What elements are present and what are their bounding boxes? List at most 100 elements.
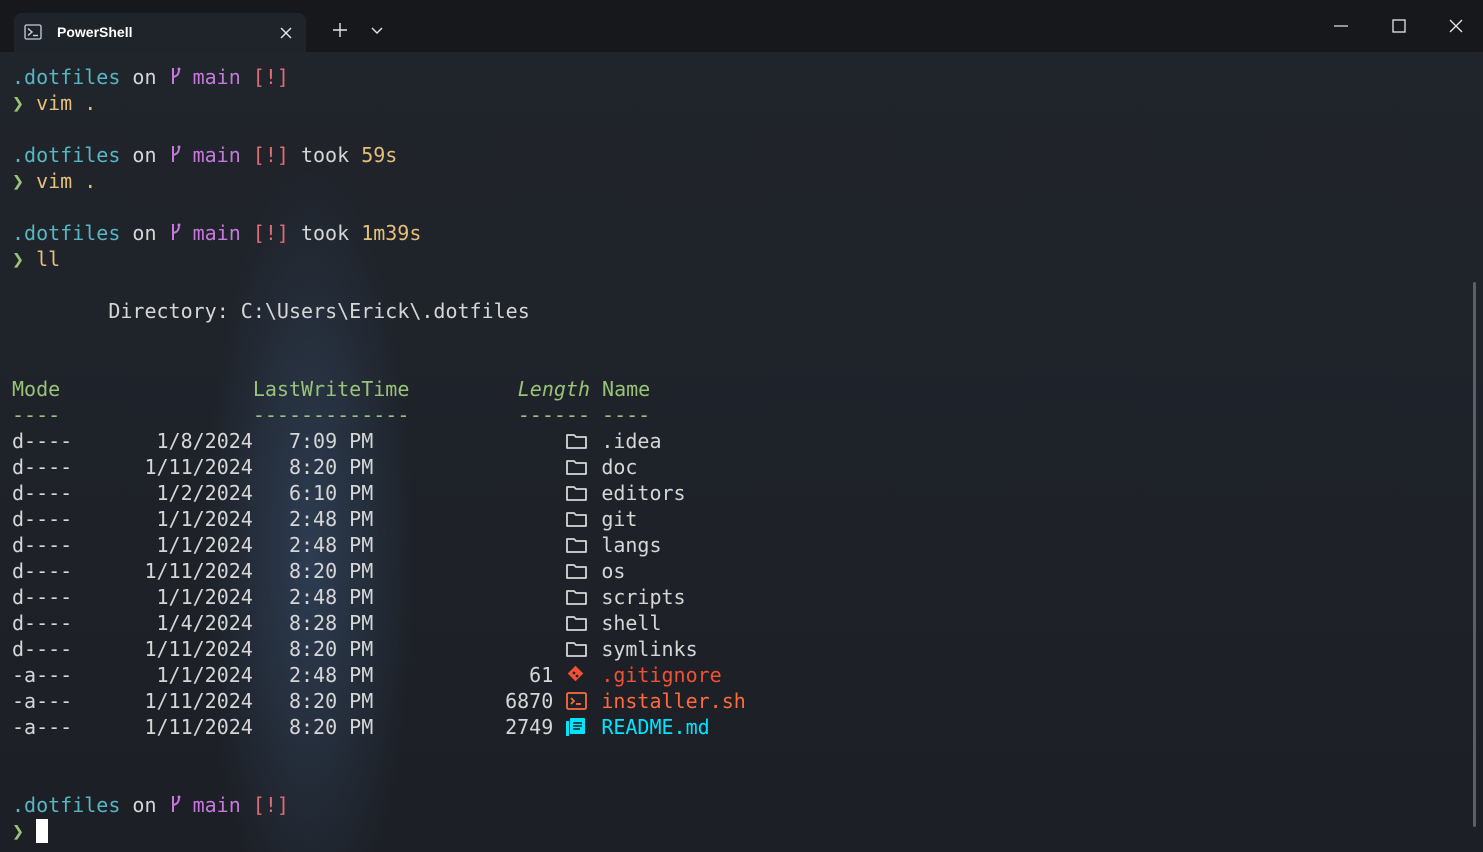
column-underline-length: ------ xyxy=(409,403,590,427)
maximize-button[interactable] xyxy=(1384,12,1414,42)
row-length: 2749 xyxy=(505,715,554,739)
prompt-line: .dotfiles on main [!] xyxy=(12,792,746,818)
table-row: d---- 1/1/2024 2:48 PM git xyxy=(12,506,746,532)
minimize-button[interactable] xyxy=(1326,12,1356,42)
table-row: d---- 1/1/2024 2:48 PM langs xyxy=(12,532,746,558)
table-row: d---- 1/4/2024 8:28 PM shell xyxy=(12,610,746,636)
prompt-on: on xyxy=(120,143,169,167)
row-date: 1/1/2024 xyxy=(72,533,253,557)
row-date: 1/1/2024 xyxy=(72,585,253,609)
prompt-branch: main xyxy=(180,143,241,167)
row-date: 1/4/2024 xyxy=(72,611,253,635)
row-date: 1/8/2024 xyxy=(72,429,253,453)
row-date: 1/11/2024 xyxy=(72,455,253,479)
column-header-lastwritetime: LastWriteTime xyxy=(60,377,410,401)
row-name[interactable]: .gitignore xyxy=(601,663,721,687)
column-underline-lastwritetime: ------------- xyxy=(60,403,410,427)
table-header-underline: ---- ------------- ------ ---- xyxy=(12,402,746,428)
close-tab-icon[interactable] xyxy=(277,24,295,42)
row-name[interactable]: shell xyxy=(601,611,661,635)
row-mode: d---- xyxy=(12,585,73,609)
column-underline-mode: ---- xyxy=(12,403,61,427)
prompt-dir: .dotfiles xyxy=(12,65,121,89)
prompt-dir: .dotfiles xyxy=(12,221,121,245)
row-date: 1/2/2024 xyxy=(72,481,253,505)
command-text: ll xyxy=(24,247,61,271)
row-mode: d---- xyxy=(12,429,73,453)
row-name[interactable]: editors xyxy=(601,481,685,505)
row-time: 8:20 PM xyxy=(252,559,374,583)
terminal-window: PowerShell .dotfiles on main [!] ❯ vim .… xyxy=(0,0,1483,852)
terminal-cursor[interactable] xyxy=(36,819,49,843)
tab-powershell[interactable]: PowerShell xyxy=(14,13,306,52)
prompt-on: on xyxy=(120,793,169,817)
git-branch-icon xyxy=(169,222,181,242)
row-mode: -a--- xyxy=(12,663,73,687)
folder-icon xyxy=(565,561,589,581)
row-name[interactable]: os xyxy=(601,559,625,583)
prompt-line: .dotfiles on main [!] took 59s xyxy=(12,142,746,168)
command-line: ❯ vim . xyxy=(12,168,746,194)
row-date: 1/11/2024 xyxy=(72,559,253,583)
title-bar: PowerShell xyxy=(0,0,1483,52)
table-row: d---- 1/11/2024 8:20 PM os xyxy=(12,558,746,584)
row-time: 2:48 PM xyxy=(252,533,374,557)
table-row: d---- 1/2/2024 6:10 PM editors xyxy=(12,480,746,506)
row-name[interactable]: langs xyxy=(601,533,661,557)
command-line: ❯ xyxy=(12,818,746,844)
row-name[interactable]: git xyxy=(601,507,637,531)
row-time: 2:48 PM xyxy=(252,663,374,687)
row-name[interactable]: README.md xyxy=(601,715,709,739)
folder-icon xyxy=(565,509,589,529)
chevron-down-icon[interactable] xyxy=(365,18,389,42)
table-row: d---- 1/11/2024 8:20 PM symlinks xyxy=(12,636,746,662)
row-name[interactable]: installer.sh xyxy=(601,689,746,713)
column-underline-name: ---- xyxy=(590,403,651,427)
tab-title: PowerShell xyxy=(57,24,133,40)
row-time: 8:20 PM xyxy=(252,715,374,739)
table-row: -a--- 1/11/2024 8:20 PM 6870 installer.sh xyxy=(12,688,746,714)
row-mode: d---- xyxy=(12,637,73,661)
row-time: 2:48 PM xyxy=(252,585,374,609)
git-branch-icon xyxy=(169,66,181,86)
row-time: 6:10 PM xyxy=(252,481,374,505)
row-name[interactable]: symlinks xyxy=(601,637,697,661)
new-tab-button[interactable] xyxy=(328,18,352,42)
row-mode: -a--- xyxy=(12,689,73,713)
prompt-status: [!] xyxy=(240,143,289,167)
row-time: 8:20 PM xyxy=(252,455,374,479)
row-name[interactable]: .idea xyxy=(601,429,661,453)
row-mode: -a--- xyxy=(12,715,73,739)
git-icon xyxy=(565,665,589,685)
command-text: vim . xyxy=(24,169,97,193)
column-header-length: Length xyxy=(409,377,590,401)
row-date: 1/1/2024 xyxy=(72,663,253,687)
scrollbar[interactable] xyxy=(1473,282,1476,827)
prompt-branch: main xyxy=(180,221,241,245)
folder-icon xyxy=(565,431,589,451)
folder-icon xyxy=(565,535,589,555)
column-header-mode: Mode xyxy=(12,377,61,401)
prompt-arrow: ❯ xyxy=(12,169,25,193)
git-branch-icon xyxy=(169,144,181,164)
close-window-button[interactable] xyxy=(1441,12,1471,42)
table-row: d---- 1/11/2024 8:20 PM doc xyxy=(12,454,746,480)
row-name[interactable]: scripts xyxy=(601,585,685,609)
prompt-on: on xyxy=(120,221,169,245)
folder-icon xyxy=(565,639,589,659)
row-mode: d---- xyxy=(12,481,73,505)
row-length: 61 xyxy=(529,663,554,687)
prompt-branch: main xyxy=(180,793,241,817)
terminal-output[interactable]: .dotfiles on main [!] ❯ vim . .dotfiles on… xyxy=(12,64,746,844)
terminal-icon xyxy=(565,691,589,711)
row-name[interactable]: doc xyxy=(601,455,637,479)
row-mode: d---- xyxy=(12,533,73,557)
folder-icon xyxy=(565,483,589,503)
row-date: 1/11/2024 xyxy=(72,689,253,713)
table-row: d---- 1/1/2024 2:48 PM scripts xyxy=(12,584,746,610)
